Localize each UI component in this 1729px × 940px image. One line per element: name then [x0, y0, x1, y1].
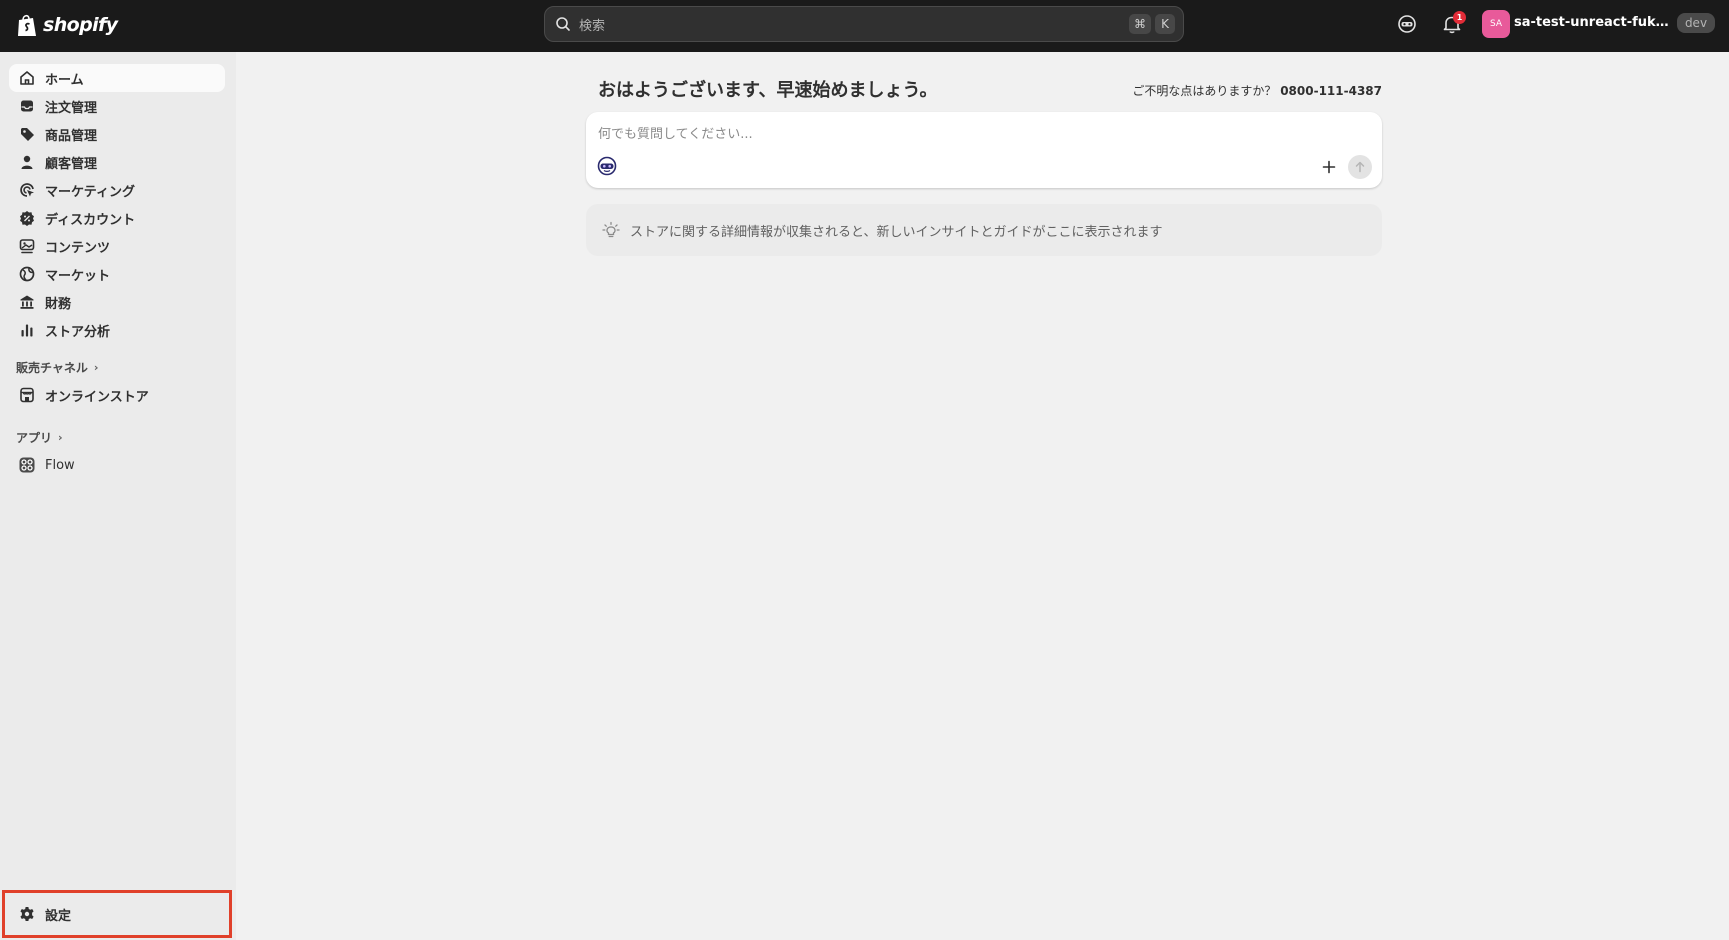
- sales-channels-heading-label: 販売チャネル: [16, 360, 88, 375]
- help-phone-link[interactable]: 0800-111-4387: [1280, 84, 1382, 98]
- search-icon: [556, 17, 570, 31]
- lightbulb-icon: [602, 221, 620, 238]
- sidekick-icon[interactable]: [1396, 13, 1418, 35]
- sidebar-item-settings[interactable]: 設定: [9, 900, 225, 928]
- sidebar-item-label: 設定: [45, 908, 72, 924]
- sidebar-item-label: オンラインストア: [45, 389, 149, 405]
- search-placeholder: 検索: [579, 18, 606, 34]
- apps-heading-label: アプリ: [16, 430, 53, 445]
- sidebar-item-online-store[interactable]: オンラインストア: [9, 381, 225, 409]
- sidebar-item-finance[interactable]: 財務: [9, 288, 225, 316]
- search-shortcut: ⌘ K: [1129, 14, 1175, 34]
- sidebar-item-label: ディスカウント: [45, 212, 136, 228]
- top-bar: shopify 検索 ⌘ K 1 SA sa-test-unreact-fuku…: [0, 0, 1729, 52]
- sidebar-item-orders[interactable]: 注文管理: [9, 92, 225, 120]
- target-icon: [20, 183, 34, 197]
- shopify-bag-icon: [18, 14, 36, 36]
- sidebar-item-label: ホーム: [45, 72, 84, 88]
- sidebar-item-label: 注文管理: [45, 100, 98, 116]
- store-name[interactable]: sa-test-unreact-fukumot...: [1514, 15, 1671, 30]
- inbox-icon: [21, 100, 33, 112]
- person-icon: [21, 155, 33, 169]
- sidekick-prompt-card: [586, 112, 1382, 188]
- apps-heading[interactable]: アプリ ›: [16, 427, 63, 447]
- chevron-right-icon: ›: [93, 360, 99, 374]
- globe-icon: [19, 266, 35, 282]
- sidekick-icon[interactable]: [597, 156, 617, 176]
- k-key: K: [1155, 14, 1175, 34]
- help-contact: ご不明な点はありますか？ 0800-111-4387: [1132, 82, 1382, 99]
- plus-icon: [1322, 160, 1336, 174]
- bank-icon: [20, 295, 34, 309]
- sidebar-item-analytics[interactable]: ストア分析: [9, 316, 225, 344]
- sidebar-item-label: ストア分析: [45, 324, 111, 340]
- shopify-wordmark: shopify: [43, 14, 118, 36]
- command-key: ⌘: [1129, 14, 1151, 34]
- sidebar-item-label: 顧客管理: [45, 156, 98, 172]
- sidebar-item-label: マーケット: [45, 268, 111, 284]
- arrow-up-icon: [1355, 161, 1365, 173]
- sidebar-item-flow[interactable]: Flow: [9, 451, 225, 479]
- shopify-logo[interactable]: shopify: [16, 12, 118, 38]
- search-bar[interactable]: 検索 ⌘ K: [544, 6, 1184, 42]
- sidebar-item-label: 財務: [45, 296, 72, 312]
- env-badge: dev: [1677, 13, 1715, 33]
- sidebar-item-discounts[interactable]: ディスカウント: [9, 204, 225, 232]
- sidekick-prompt-input[interactable]: [598, 124, 1298, 144]
- help-question: ご不明な点はありますか？: [1132, 84, 1277, 98]
- content-icon: [19, 239, 35, 254]
- gear-icon: [20, 907, 34, 921]
- sidebar-item-products[interactable]: 商品管理: [9, 120, 225, 148]
- avatar[interactable]: SA: [1482, 10, 1510, 38]
- chart-icon: [21, 324, 33, 337]
- sidebar-item-markets[interactable]: マーケット: [9, 260, 225, 288]
- sidebar-item-marketing[interactable]: マーケティング: [9, 176, 225, 204]
- store-icon: [20, 387, 34, 403]
- insights-placeholder-text: ストアに関する詳細情報が収集されると、新しいインサイトとガイドがここに表示されま…: [630, 224, 1163, 240]
- page-title: おはようございます、早速始めましょう。: [598, 80, 938, 101]
- sidebar-item-label: コンテンツ: [45, 240, 111, 256]
- sidebar-item-label: マーケティング: [45, 184, 135, 200]
- sidebar-item-customers[interactable]: 顧客管理: [9, 148, 225, 176]
- chevron-right-icon: ›: [58, 430, 63, 444]
- notification-badge: 1: [1453, 11, 1466, 24]
- insights-placeholder-card: ストアに関する詳細情報が収集されると、新しいインサイトとガイドがここに表示されま…: [586, 204, 1382, 256]
- home-icon: [20, 71, 34, 85]
- add-attachment-button[interactable]: [1319, 157, 1339, 177]
- flow-icon: [19, 457, 35, 473]
- discount-icon: [20, 211, 34, 226]
- sidebar-item-home[interactable]: ホーム: [9, 64, 225, 92]
- sales-channels-heading[interactable]: 販売チャネル ›: [16, 357, 98, 377]
- sidebar-item-label: 商品管理: [45, 128, 98, 144]
- sidebar-item-label: Flow: [45, 457, 75, 473]
- send-button[interactable]: [1348, 155, 1372, 179]
- tag-icon: [21, 128, 34, 141]
- sidebar-item-content[interactable]: コンテンツ: [9, 232, 225, 260]
